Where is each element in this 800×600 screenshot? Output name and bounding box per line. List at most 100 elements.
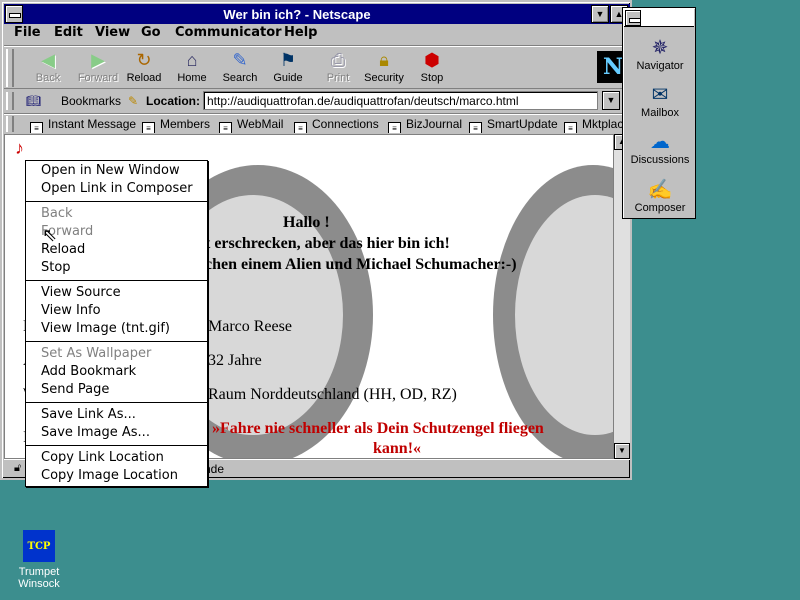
menu-stop[interactable]: Stop <box>41 260 71 275</box>
menu-copy-link-location[interactable]: Copy Link Location <box>41 450 164 465</box>
connections-link[interactable]: ≡ Connections <box>294 117 379 133</box>
age-value: 32 Jahre <box>208 352 262 369</box>
location-dropdown-button[interactable]: ▼ <box>602 91 620 110</box>
security-status-icon[interactable]: 🔓︎ <box>14 462 21 475</box>
bookmark-page-icon: ≡ <box>142 122 155 133</box>
search-button[interactable]: ✎ Search <box>216 48 264 88</box>
location-input[interactable]: http://audiquattrofan.de/audiquattrofan/… <box>203 91 598 110</box>
stop-button[interactable]: ⬢ Stop <box>408 48 456 88</box>
menu-back[interactable]: Back <box>41 206 73 221</box>
instant-message-link[interactable]: ≡ Instant Message <box>30 117 136 133</box>
reload-label: Reload <box>126 72 162 84</box>
tcp-icon: TCP <box>23 530 55 562</box>
guide-label: Guide <box>273 72 303 84</box>
name-value: Marco Reese <box>208 318 292 335</box>
component-bar-title[interactable] <box>624 9 694 27</box>
search-label: Search <box>222 72 258 84</box>
bizjournal-link[interactable]: ≡ BizJournal <box>388 117 462 133</box>
menu-view-info[interactable]: View Info <box>41 303 101 318</box>
webmail-link[interactable]: ≡ WebMail <box>219 117 283 133</box>
security-label: Security <box>364 72 404 84</box>
menu-view[interactable]: View <box>95 25 130 40</box>
menu-open-new-window[interactable]: Open in New Window <box>41 163 180 178</box>
forward-button[interactable]: ▶ Forward <box>74 48 122 88</box>
context-menu: Open in New Window Open Link in Composer… <box>25 160 208 487</box>
composer-button[interactable]: ✍ Composer <box>625 178 695 214</box>
print-label: Print <box>326 72 350 84</box>
reload-button[interactable]: ↻ Reload <box>120 48 168 88</box>
compass-icon: ✵ <box>651 37 669 59</box>
home-icon: ⌂ <box>186 50 198 70</box>
minimize-button[interactable]: ▼ <box>591 5 609 23</box>
menu-set-wallpaper[interactable]: Set As Wallpaper <box>41 346 151 361</box>
location-grip[interactable] <box>6 92 14 110</box>
guide-button[interactable]: ⚑ Guide <box>264 48 312 88</box>
intro-line-2: chen einem Alien und Michael Schumacher:… <box>205 256 517 273</box>
print-icon: ⎙ <box>330 50 346 70</box>
menu-separator <box>26 201 207 202</box>
navigator-button[interactable]: ✵ Navigator <box>625 36 695 72</box>
desktop-icon-label-2: Winsock <box>18 578 60 590</box>
toolbar-grip[interactable] <box>6 49 14 87</box>
menu-save-link-as[interactable]: Save Link As... <box>41 407 136 422</box>
stop-icon: ⬢ <box>424 50 440 70</box>
navigation-toolbar: ◀ Back ▶ Forward ↻ Reload ⌂ Home ✎ Searc… <box>4 45 630 89</box>
menu-file[interactable]: File <box>14 25 41 40</box>
menu-view-source[interactable]: View Source <box>41 285 121 300</box>
location-label: Location: <box>146 94 200 108</box>
bookmark-page-icon: ≡ <box>294 122 307 133</box>
menu-bar: File Edit View Go Communicator Help <box>4 24 630 44</box>
forward-arrow-icon: ▶ <box>91 50 105 70</box>
bookmarks-icon[interactable]: 📖︎ <box>26 94 41 108</box>
mouse-pointer-icon: ⇖ <box>42 225 58 245</box>
back-label: Back <box>35 72 61 84</box>
location-toolbar: 📖︎ Bookmarks ✎ Location: http://audiquat… <box>4 90 630 112</box>
page-proxy-icon[interactable]: ✎ <box>128 94 138 108</box>
bookmark-page-icon: ≡ <box>30 122 43 133</box>
security-button[interactable]: 🔒︎ Security <box>360 48 408 88</box>
menu-save-image-as[interactable]: Save Image As... <box>41 425 150 440</box>
menu-separator <box>26 402 207 403</box>
bookmark-page-icon: ≡ <box>564 122 577 133</box>
personal-grip[interactable] <box>6 116 14 132</box>
component-bar: ✵ Navigator ✉ Mailbox ☁ Discussions ✍ Co… <box>622 7 696 219</box>
menu-separator <box>26 280 207 281</box>
lock-icon: 🔒︎ <box>379 50 389 70</box>
title-bar[interactable]: Wer bin ich? - Netscape ▼ ▲ <box>4 4 630 24</box>
menu-open-link-composer[interactable]: Open Link in Composer <box>41 181 193 196</box>
guide-icon: ⚑ <box>279 50 297 70</box>
bookmarks-button[interactable]: Bookmarks <box>61 94 121 108</box>
intro-line-1: t erschrecken, aber das hier bin ich! <box>205 235 450 252</box>
mailbox-button[interactable]: ✉ Mailbox <box>625 83 695 119</box>
discussions-icon: ☁ <box>650 131 670 153</box>
forward-label: Forward <box>77 72 119 84</box>
composer-icon: ✍ <box>647 179 673 201</box>
mailbox-icon: ✉ <box>651 84 669 106</box>
menu-view-image[interactable]: View Image (tnt.gif) <box>41 321 170 336</box>
discussions-button[interactable]: ☁ Discussions <box>625 130 695 166</box>
scroll-down-button[interactable]: ▼ <box>614 443 630 459</box>
mktplace-link[interactable]: ≡ Mktplace <box>564 117 630 133</box>
menu-copy-image-location[interactable]: Copy Image Location <box>41 468 178 483</box>
personal-toolbar: ≡ Instant Message ≡ Members ≡ WebMail ≡ Conn… <box>4 113 630 133</box>
top-left-link-icon[interactable]: ♪ <box>15 138 24 159</box>
back-button[interactable]: ◀ Back <box>24 48 72 88</box>
menu-communicator[interactable]: Communicator <box>175 25 282 40</box>
motto-line-1: »Fahre nie schneller als Dein Schutzenge… <box>212 420 544 437</box>
desktop-icon-label-1: Trumpet <box>18 566 60 578</box>
component-bar-menu-icon[interactable] <box>625 10 641 26</box>
print-button[interactable]: ⎙ Print <box>314 48 362 88</box>
menu-send-page[interactable]: Send Page <box>41 382 109 397</box>
bookmark-page-icon: ≡ <box>219 122 232 133</box>
greeting-heading: Hallo ! <box>283 214 330 231</box>
trumpet-winsock-desktop-icon[interactable]: TCP Trumpet Winsock <box>12 530 66 590</box>
motto-line-2: kann!« <box>373 440 422 457</box>
members-link[interactable]: ≡ Members <box>142 117 210 133</box>
window-title: Wer bin ich? - Netscape <box>223 7 371 22</box>
menu-help[interactable]: Help <box>284 25 317 40</box>
home-button[interactable]: ⌂ Home <box>168 48 216 88</box>
menu-add-bookmark[interactable]: Add Bookmark <box>41 364 136 379</box>
menu-edit[interactable]: Edit <box>54 25 83 40</box>
smartupdate-link[interactable]: ≡ SmartUpdate <box>469 117 558 133</box>
menu-go[interactable]: Go <box>141 25 161 40</box>
